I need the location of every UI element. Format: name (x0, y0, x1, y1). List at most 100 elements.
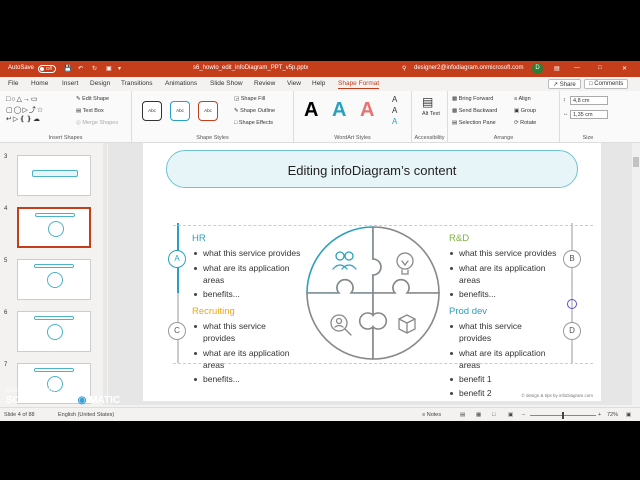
group-label: Size (582, 135, 594, 141)
tab-animations[interactable]: Animations (165, 80, 197, 87)
proddev-item-1[interactable]: what this service provides (450, 321, 539, 344)
text-effects-icon[interactable]: A (392, 117, 397, 126)
language[interactable]: English (United States) (58, 412, 114, 418)
avatar[interactable]: D (532, 63, 543, 74)
zoom-slider-thumb[interactable] (562, 412, 564, 419)
marker-c[interactable]: C (168, 322, 186, 340)
proddev-item-2[interactable]: what are its application areas (450, 348, 559, 371)
comments-button[interactable]: □ Comments (584, 79, 629, 89)
align-button[interactable]: ≡ Align (514, 96, 531, 102)
minimize-icon[interactable]: — (574, 65, 580, 71)
shape-outline-button[interactable]: ✎ Shape Outline (234, 108, 275, 114)
scroll-thumb[interactable] (633, 157, 639, 167)
heading-hr[interactable]: HR (192, 233, 206, 244)
heading-rd[interactable]: R&D (449, 233, 469, 244)
zoom-out-icon[interactable]: – (522, 412, 525, 418)
hr-item-3[interactable]: benefits... (194, 289, 303, 301)
heading-proddev[interactable]: Prod dev (449, 306, 487, 317)
tab-view[interactable]: View (287, 80, 301, 87)
proddev-item-3[interactable]: benefit 1 (450, 374, 559, 386)
shape-effects-button[interactable]: □ Shape Effects (234, 120, 273, 126)
shape-style-1[interactable]: Abc (142, 101, 162, 121)
watermark-line-1: RECORDED WITH (6, 388, 56, 394)
zoom-level[interactable]: 72% (607, 412, 618, 418)
thumbnails-scrollbar[interactable] (103, 143, 107, 405)
puzzle-diagram[interactable] (303, 223, 443, 363)
fit-slide-icon[interactable]: ▣ (626, 412, 631, 418)
heading-recruiting[interactable]: Recruiting (192, 306, 235, 317)
selection-pane-button[interactable]: ▤ Selection Pane (452, 120, 496, 126)
tab-shape-format[interactable]: Shape Format (338, 80, 380, 89)
alt-text-icon[interactable]: ▤ (422, 95, 433, 109)
zoom-in-icon[interactable]: + (598, 412, 601, 418)
slide-thumbnail-6[interactable] (17, 311, 91, 352)
height-input[interactable]: 4,8 cm (570, 96, 608, 105)
group-label-btn: Group (520, 108, 537, 114)
recruiting-item-1[interactable]: what this service provides (194, 321, 283, 344)
tab-design[interactable]: Design (90, 80, 110, 87)
slide-thumbnail-4[interactable] (17, 207, 91, 248)
ribbon-display-icon[interactable]: ▤ (554, 65, 560, 72)
merge-shapes-button[interactable]: ◎ Merge Shapes (76, 120, 118, 126)
notes-button[interactable]: ≡ Notes (422, 412, 441, 418)
slide-thumbnail-3[interactable] (17, 155, 91, 196)
shape-fill-button[interactable]: ◲ Shape Fill (234, 96, 265, 102)
thumb-title (35, 213, 75, 217)
shape-fill-label: Shape Fill (240, 96, 266, 102)
close-icon[interactable]: ✕ (622, 65, 627, 72)
recruiting-item-2[interactable]: what are its application areas (194, 348, 303, 371)
width-input[interactable]: 1,35 cm (570, 110, 608, 119)
text-box-button[interactable]: ▤ Text Box (76, 108, 104, 114)
bring-forward-icon: ▩ (452, 96, 459, 102)
wordart-style-3[interactable]: A (360, 99, 374, 122)
undo-icon[interactable]: ↶ (78, 65, 83, 72)
wordart-style-1[interactable]: A (304, 99, 318, 122)
shapes-gallery-icon[interactable]: □○△→▭ (6, 95, 38, 103)
marker-d[interactable]: D (563, 322, 581, 340)
maximize-icon[interactable]: □ (598, 65, 602, 71)
vertical-scrollbar[interactable] (632, 143, 640, 405)
recruiting-item-3[interactable]: benefits... (194, 374, 303, 386)
text-outline-icon[interactable]: A (392, 106, 397, 115)
tab-home[interactable]: Home (31, 80, 48, 87)
alt-text-label[interactable]: Alt Text (420, 111, 442, 117)
bring-forward-button[interactable]: ▩ Bring Forward (452, 96, 493, 102)
tab-review[interactable]: Review (254, 80, 275, 87)
tab-slide-show[interactable]: Slide Show (210, 80, 243, 87)
rotate-handle-icon[interactable] (567, 299, 577, 309)
shape-style-2[interactable]: Abc (170, 101, 190, 121)
qat-more-icon[interactable]: ▾ (118, 65, 121, 72)
save-icon[interactable]: 💾 (64, 65, 71, 72)
rotate-button[interactable]: ⟳ Rotate (514, 120, 536, 126)
group-button[interactable]: ▣ Group (514, 108, 536, 114)
search-icon[interactable]: ⚲ (402, 65, 406, 72)
shapes-gallery-row3-icon[interactable]: ↵▷❴❵☁ (6, 115, 41, 123)
presenter-icon[interactable]: ▣ (508, 412, 513, 418)
normal-view-icon[interactable]: ▤ (460, 412, 465, 418)
slide-title-box[interactable]: Editing infoDiagram’s content (166, 150, 578, 188)
reading-view-icon[interactable]: □ (492, 412, 495, 418)
tab-insert[interactable]: Insert (62, 80, 78, 87)
marker-a[interactable]: A (168, 250, 186, 268)
shape-style-3[interactable]: Abc (198, 101, 218, 121)
edit-shape-button[interactable]: ✎ Edit Shape (76, 96, 109, 102)
slideshow-icon[interactable]: ▣ (106, 65, 112, 72)
slide-sorter-icon[interactable]: ▦ (476, 412, 481, 418)
tab-transitions[interactable]: Transitions (121, 80, 153, 87)
send-backward-button[interactable]: ▩ Send Backward (452, 108, 497, 114)
text-fill-icon[interactable]: A (392, 95, 397, 104)
hr-item-1[interactable]: what this service provides (194, 248, 313, 260)
hr-item-2[interactable]: what are its application areas (194, 263, 303, 286)
slide-canvas[interactable]: Editing infoDiagram’s content A C B D HR… (143, 143, 601, 401)
rd-item-2[interactable]: what are its application areas (450, 263, 559, 286)
thumbnail-number: 4 (4, 206, 8, 212)
wordart-style-2[interactable]: A (332, 99, 346, 122)
rd-item-3[interactable]: benefits... (450, 289, 559, 301)
rd-item-1[interactable]: what this service provides (450, 248, 569, 260)
redo-icon[interactable]: ↻ (92, 65, 97, 72)
tab-file[interactable]: File (8, 80, 18, 87)
shapes-gallery-row2-icon[interactable]: ▢◯▷⤴☆ (6, 105, 44, 115)
share-button[interactable]: ↗ Share (548, 79, 581, 89)
slide-thumbnail-5[interactable] (17, 259, 91, 300)
tab-help[interactable]: Help (312, 80, 325, 87)
